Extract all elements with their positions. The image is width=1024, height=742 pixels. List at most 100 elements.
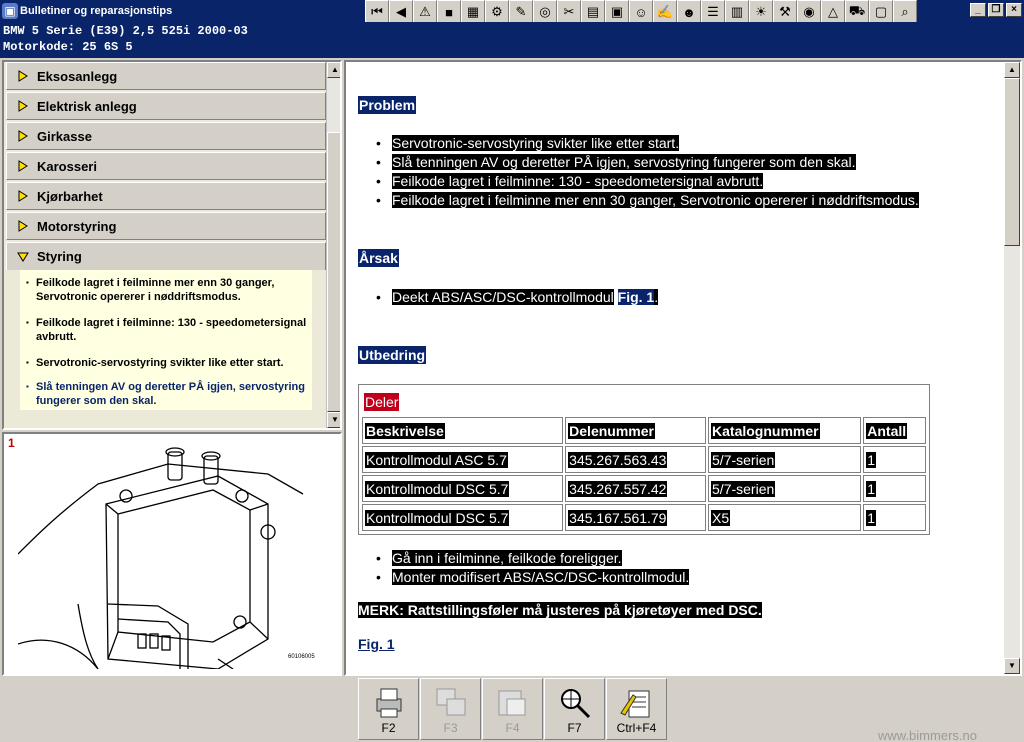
info-icon[interactable]: ■ [437,0,461,24]
nav-item-girkasse[interactable]: Girkasse [6,122,326,150]
scroll-down-icon[interactable]: ▼ [1004,658,1020,674]
engine-icon[interactable]: ⚒ [773,0,797,24]
fkey-ctrl-f4-button[interactable]: Ctrl+F4 [606,678,667,740]
content-panel: Problem Servotronic-servostyring svikter… [344,60,1022,676]
nav-item-styring[interactable]: Styring [6,242,326,270]
hazard-icon[interactable]: △ [821,0,845,24]
car-icon-glyph: ⛟ [848,3,866,18]
chevron-right-icon [17,160,29,172]
person-icon-glyph: ☻ [682,4,696,20]
fkey-label: F4 [505,721,520,735]
disk-icon[interactable]: ▣ [605,0,629,24]
table-cell: 1 [863,504,926,531]
fkey-f2-button[interactable]: F2 [358,678,419,740]
nav-sub-item[interactable]: Feilkode lagret i feilminne mer enn 30 g… [26,276,308,304]
previous-icon[interactable]: ◀ [389,0,413,24]
table-header-cell: Katalognummer [708,417,862,444]
header-label: Delenummer [568,422,655,439]
title-bar: ▣ Bulletiner og reparasjonstips ⏮ ◀ ⚠ ■ ▦ ⚙ ✎ ◎… [0,0,1024,24]
vehicle-description: BMW 5 Serie (E39) 2,5 525i 2000-03 [3,24,248,38]
restore-icon[interactable]: ❐ [988,3,1004,17]
note-highlight: MERK: Rattstillingsføler må justeres på … [358,602,762,618]
cell-value: 5/7-serien [711,451,776,468]
figure-link[interactable]: Fig. 1 [358,636,395,652]
cell-value: 345.267.563.43 [568,451,668,468]
header-label: Katalognummer [711,422,820,439]
edit-icon-glyph: ✍ [656,4,674,19]
car-icon[interactable]: ⛟ [845,0,869,24]
wheel-icon-glyph: ◎ [539,4,551,19]
window-title: Bulletiner og reparasjonstips [20,5,173,17]
cell-value: 1 [866,509,877,526]
cell-value: Kontrollmodul DSC 5.7 [365,480,510,497]
scroll-thumb[interactable] [1004,78,1020,246]
minimize-icon[interactable]: _ [970,3,986,17]
cause-heading: Årsak [358,249,399,267]
warning-icon-glyph: ⚠ [419,4,431,19]
table-row: Kontrollmodul DSC 5.7 345.267.557.42 5/7-s… [362,475,926,502]
warning-icon[interactable]: ⚠ [413,0,437,24]
fkey-f3-button[interactable]: F3 [420,678,481,740]
nav-item-label: Kjørbarhet [37,188,103,204]
app-window: ▣ Bulletiner og reparasjonstips ⏮ ◀ ⚠ ■ ▦ ⚙ ✎ ◎… [0,0,1024,742]
content-scrollbar[interactable]: ▲ ▼ [1004,62,1020,674]
edit-icon[interactable]: ✍ [653,0,677,24]
cell-value: Kontrollmodul ASC 5.7 [365,451,508,468]
steps-list: Gå inn i feilminne, feilkode foreligger.… [374,549,690,587]
person-icon[interactable]: ☻ [677,0,701,24]
gauge-icon[interactable]: ◉ [797,0,821,24]
nav-item-elektrisk-anlegg[interactable]: Elektrisk anlegg [6,92,326,120]
close-icon[interactable]: × [1006,3,1022,17]
chevron-right-icon [17,100,29,112]
settings-icon[interactable]: ⚙ [485,0,509,24]
cause-figure-link[interactable]: Fig. 1 [617,289,655,305]
wheel-icon[interactable]: ◎ [533,0,557,24]
disk-icon-glyph: ▣ [610,4,624,19]
window-controls: _ ❐ × [970,3,1022,17]
fkey-f7-button[interactable]: F7 [544,678,605,740]
scroll-thumb[interactable] [327,132,340,412]
nav-sub-item[interactable]: Feilkode lagret i feilminne: 130 - speed… [26,316,308,344]
scroll-up-icon[interactable]: ▲ [327,62,340,78]
fix-heading: Utbedring [358,346,427,364]
scroll-down-icon[interactable]: ▼ [327,412,340,428]
box-icon[interactable]: ▢ [869,0,893,24]
nav-item-karosseri[interactable]: Karosseri [6,152,326,180]
cell-value: 345.167.561.79 [568,509,668,526]
chart-icon[interactable]: ▥ [725,0,749,24]
list-item: Monter modifisert ABS/ASC/DSC-kontrollmo… [374,568,690,587]
list-icon[interactable]: ☰ [701,0,725,24]
first-page-icon[interactable]: ⏮ [365,0,389,24]
wrench-icon[interactable]: ✂ [557,0,581,24]
table-cell: 345.267.557.42 [565,475,707,502]
nav-item-label: Karosseri [37,158,97,174]
nav-sub-list: Feilkode lagret i feilminne mer enn 30 g… [20,270,312,410]
nav-item-label: Styring [37,249,82,264]
fkey-label: F7 [567,721,582,735]
search-icon[interactable]: ⌕ [893,0,917,24]
warning-light-icon[interactable]: ☀ [749,0,773,24]
nav-item-label: Motorstyring [37,218,117,234]
zoom-icon [557,685,593,721]
settings-icon-glyph: ⚙ [491,4,503,19]
scroll-up-icon[interactable]: ▲ [1004,62,1020,78]
nav-sub-item[interactable]: Servotronic-servostyring svikter like et… [26,356,308,370]
nav-item-kjørbarhet[interactable]: Kjørbarhet [6,182,326,210]
diagram-icon[interactable]: ▦ [461,0,485,24]
document-icon-glyph: ▤ [586,4,600,19]
nav-item-eksosanlegg[interactable]: Eksosanlegg [6,62,326,90]
figure-code: 60106005 [288,654,315,660]
nav-sub-item[interactable]: Slå tenningen AV og deretter PÅ igjen, s… [26,380,308,408]
people-icon[interactable]: ☺ [629,0,653,24]
tool-icon[interactable]: ✎ [509,0,533,24]
fkey-f4-button[interactable]: F4 [482,678,543,740]
nav-item-motorstyring[interactable]: Motorstyring [6,212,326,240]
function-key-bar: F2 F3 F4 F7 Ctrl+F4 [0,678,1024,742]
chevron-right-icon [17,220,29,232]
document-icon[interactable]: ▤ [581,0,605,24]
table-cell: Kontrollmodul DSC 5.7 [362,504,564,531]
nav-scrollbar[interactable]: ▲ ▼ [326,62,340,428]
list-item: Deekt ABS/ASC/DSC-kontrollmodul Fig. 1. [374,288,659,307]
table-cell: 345.267.563.43 [565,446,707,473]
wrench-icon-glyph: ✂ [563,4,575,19]
